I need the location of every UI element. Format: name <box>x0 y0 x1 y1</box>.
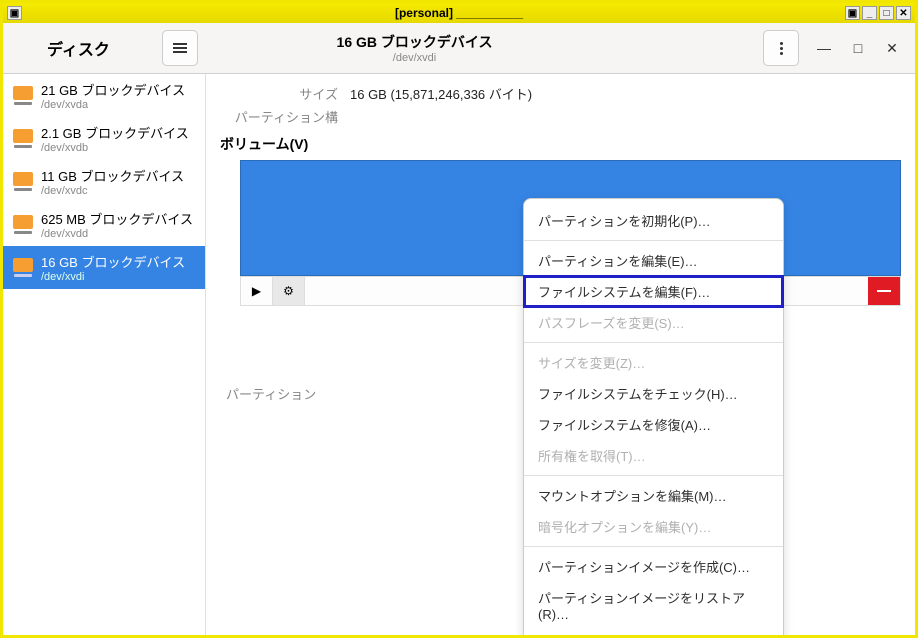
hamburger-menu-button[interactable] <box>162 30 198 66</box>
menu-item-5[interactable]: ファイルシステムをチェック(H)… <box>524 378 783 409</box>
volume-context-menu: パーティションを初期化(P)… パーティションを編集(E)…ファイルシステムを編集… <box>523 198 784 635</box>
device-name: 625 MB ブロックデバイス <box>41 209 193 228</box>
page-title: 16 GB ブロックデバイス <box>337 32 493 52</box>
play-icon: ▶ <box>252 284 261 298</box>
menu-item-2[interactable]: ファイルシステムを編集(F)… <box>524 276 783 307</box>
main-panel: サイズ 16 GB (15,871,246,336 バイト) パーティション構 … <box>206 74 915 635</box>
kebab-icon <box>780 42 783 55</box>
volume-settings-button[interactable]: ⚙ <box>273 277 305 305</box>
disk-icon <box>13 129 33 143</box>
partitioning-label: パーティション構 <box>220 107 350 126</box>
sidebar-item-xvdc[interactable]: 11 GB ブロックデバイス /dev/xvdc <box>3 160 205 203</box>
titlebar-btn-maximize[interactable]: □ <box>879 6 894 20</box>
menu-item-1[interactable]: パーティションを編集(E)… <box>524 245 783 276</box>
size-value: 16 GB (15,871,246,336 バイト) <box>350 84 532 103</box>
menu-item-10[interactable]: パーティションイメージを作成(C)… <box>524 551 783 582</box>
menu-item-9: 暗号化オプションを編集(Y)… <box>524 511 783 542</box>
disk-icon <box>13 172 33 186</box>
volumes-title: ボリューム(V) <box>220 134 901 154</box>
menu-separator <box>524 546 783 547</box>
titlebar-btn-minimize[interactable]: _ <box>862 6 877 20</box>
menu-item-11[interactable]: パーティションイメージをリストア(R)… <box>524 582 783 628</box>
titlebar-btn-close[interactable]: ✕ <box>896 6 911 20</box>
disk-icon <box>13 215 33 229</box>
sidebar-item-xvda[interactable]: 21 GB ブロックデバイス /dev/xvda <box>3 74 205 117</box>
mount-button[interactable]: ▶ <box>241 277 273 305</box>
sidebar-title: ディスク <box>3 36 154 60</box>
sidebar-item-xvdb[interactable]: 2.1 GB ブロックデバイス /dev/xvdb <box>3 117 205 160</box>
titlebar-text: [personal] __________ <box>0 6 918 20</box>
os-titlebar: ▣ [personal] __________ ▣ _ □ ✕ <box>3 3 915 23</box>
device-path: /dev/xvdi <box>41 271 185 283</box>
window-maximize[interactable]: □ <box>849 39 867 57</box>
menu-separator <box>524 475 783 476</box>
device-path: /dev/xvdb <box>41 142 189 154</box>
menu-item-7: 所有権を取得(T)… <box>524 440 783 471</box>
page-subtitle: /dev/xvdi <box>393 52 436 64</box>
device-name: 11 GB ブロックデバイス <box>41 166 184 185</box>
delete-partition-button[interactable] <box>868 277 900 305</box>
device-name: 16 GB ブロックデバイス <box>41 252 185 271</box>
menu-separator <box>524 342 783 343</box>
disk-icon <box>13 86 33 100</box>
menu-item-12[interactable]: パーティションのベンチマーク(B)… <box>524 628 783 635</box>
device-name: 2.1 GB ブロックデバイス <box>41 123 189 142</box>
window-minimize[interactable]: — <box>815 39 833 57</box>
menu-item-4: サイズを変更(Z)… <box>524 347 783 378</box>
titlebar-btn-left[interactable]: ▣ <box>7 6 22 20</box>
app-header: ディスク 16 GB ブロックデバイス /dev/xvdi — □ ✕ <box>3 23 915 74</box>
size-label: サイズ <box>220 84 350 103</box>
menu-item-3: パスフレーズを変更(S)… <box>524 307 783 338</box>
menu-item-0[interactable]: パーティションを初期化(P)… <box>524 205 783 236</box>
menu-separator <box>524 240 783 241</box>
device-path: /dev/xvda <box>41 99 185 111</box>
device-path: /dev/xvdd <box>41 228 193 240</box>
partition-lower-label: パーティション <box>220 384 350 403</box>
sidebar-item-xvdd[interactable]: 625 MB ブロックデバイス /dev/xvdd <box>3 203 205 246</box>
menu-item-8[interactable]: マウントオプションを編集(M)… <box>524 480 783 511</box>
device-sidebar: 21 GB ブロックデバイス /dev/xvda 2.1 GB ブロックデバイス… <box>3 74 206 635</box>
disk-icon <box>13 258 33 272</box>
window-close[interactable]: ✕ <box>883 39 901 57</box>
hamburger-icon <box>173 43 187 53</box>
sidebar-item-xvdi[interactable]: 16 GB ブロックデバイス /dev/xvdi <box>3 246 205 289</box>
titlebar-btn-1[interactable]: ▣ <box>845 6 860 20</box>
gear-icon: ⚙ <box>283 284 294 298</box>
menu-item-6[interactable]: ファイルシステムを修復(A)… <box>524 409 783 440</box>
device-path: /dev/xvdc <box>41 185 184 197</box>
device-name: 21 GB ブロックデバイス <box>41 80 185 99</box>
drive-options-button[interactable] <box>763 30 799 66</box>
